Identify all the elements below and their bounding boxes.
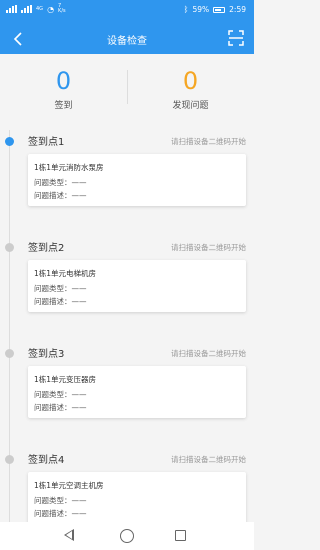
checkpoint-title: 签到点2 xyxy=(28,243,65,254)
issue-type-label: 问题类型： xyxy=(34,178,72,187)
network-type: 4G xyxy=(36,6,44,12)
clock: 2:59 xyxy=(229,5,246,14)
issue-desc-row: 问题描述：—— xyxy=(34,296,87,307)
wifi-icon: ◔ xyxy=(47,4,55,14)
circle-home-icon[interactable] xyxy=(120,529,134,543)
scan-icon[interactable] xyxy=(228,30,244,46)
issue-desc-value: —— xyxy=(71,297,87,306)
device-name: 1栋1单元电梯机房 xyxy=(34,269,97,278)
battery-percent: 59% xyxy=(192,5,210,14)
signed-label: 签到 xyxy=(54,101,73,111)
issue-desc-value: —— xyxy=(71,403,87,412)
device-card[interactable]: 1栋1单元变压器房 问题类型：—— 问题描述：—— xyxy=(28,366,246,418)
page-title: 设备检查 xyxy=(107,36,147,47)
checkpoint-title: 签到点3 xyxy=(28,349,65,360)
system-nav-bar xyxy=(0,522,254,550)
issue-desc-label: 问题描述： xyxy=(34,297,72,306)
issue-type-row: 问题类型：—— xyxy=(34,495,87,506)
issue-type-row: 问题类型：—— xyxy=(34,389,87,400)
signal-icon xyxy=(6,5,17,13)
device-name: 1栋1单元消防水泵房 xyxy=(34,163,104,172)
battery-icon xyxy=(213,6,226,13)
checkpoint-section: 签到点2 请扫描设备二维码开始 1栋1单元电梯机房 问题类型：—— 问题描述：—… xyxy=(0,236,254,340)
checkpoint-title: 签到点1 xyxy=(28,137,65,148)
checkpoint-section: 签到点1 请扫描设备二维码开始 1栋1单元消防水泵房 问题类型：—— 问题描述：… xyxy=(0,130,254,234)
network-speed: 7 K/s xyxy=(58,3,66,14)
issue-type-label: 问题类型： xyxy=(34,390,72,399)
checkpoint-section: 签到点3 请扫描设备二维码开始 1栋1单元变压器房 问题类型：—— 问题描述：—… xyxy=(0,342,254,446)
issue-desc-row: 问题描述：—— xyxy=(34,508,87,519)
issue-label: 发现问题 xyxy=(172,101,209,111)
device-name: 1栋1单元变压器房 xyxy=(34,375,97,384)
issue-type-value: —— xyxy=(71,390,87,399)
app-bar: 设备检查 xyxy=(0,24,254,54)
triangle-back-icon[interactable] xyxy=(64,529,74,541)
timeline-dot xyxy=(5,243,14,252)
device-card[interactable]: 1栋1单元空调主机房 问题类型：—— 问题描述：—— xyxy=(28,472,246,524)
scan-hint: 请扫描设备二维码开始 xyxy=(171,137,246,146)
issue-desc-row: 问题描述：—— xyxy=(34,190,87,201)
issue-summary: 0 发现问题 xyxy=(127,68,254,111)
timeline-dot-active xyxy=(5,137,14,146)
status-bar: 4G ◔ 7 K/s ᛒ 59% 2:59 xyxy=(0,0,254,24)
issue-desc-label: 问题描述： xyxy=(34,403,72,412)
square-recents-icon[interactable] xyxy=(175,530,186,541)
timeline-dot xyxy=(5,349,14,358)
issue-type-value: —— xyxy=(71,178,87,187)
issue-desc-label: 问题描述： xyxy=(34,509,72,518)
device-card[interactable]: 1栋1单元消防水泵房 问题类型：—— 问题描述：—— xyxy=(28,154,246,206)
timeline-dot xyxy=(5,455,14,464)
scan-hint: 请扫描设备二维码开始 xyxy=(171,243,246,252)
issue-type-value: —— xyxy=(71,284,87,293)
issue-type-label: 问题类型： xyxy=(34,496,72,505)
bluetooth-icon: ᛒ xyxy=(183,5,189,14)
issue-desc-row: 问题描述：—— xyxy=(34,402,87,413)
issue-type-label: 问题类型： xyxy=(34,284,72,293)
issue-desc-value: —— xyxy=(71,191,87,200)
issue-desc-value: —— xyxy=(71,509,87,518)
scan-hint: 请扫描设备二维码开始 xyxy=(171,455,246,464)
scan-hint: 请扫描设备二维码开始 xyxy=(171,349,246,358)
issue-type-row: 问题类型：—— xyxy=(34,177,87,188)
issue-type-row: 问题类型：—— xyxy=(34,283,87,294)
signed-count: 0 xyxy=(55,67,72,95)
issue-desc-label: 问题描述： xyxy=(34,191,72,200)
device-card[interactable]: 1栋1单元电梯机房 问题类型：—— 问题描述：—— xyxy=(28,260,246,312)
device-name: 1栋1单元空调主机房 xyxy=(34,481,104,490)
signed-summary: 0 签到 xyxy=(0,68,127,111)
signal-icon-2 xyxy=(21,5,32,13)
summary-panel: 0 签到 0 发现问题 xyxy=(0,54,254,120)
issue-type-value: —— xyxy=(71,496,87,505)
issue-count: 0 xyxy=(182,67,199,95)
checkpoint-title: 签到点4 xyxy=(28,455,65,466)
